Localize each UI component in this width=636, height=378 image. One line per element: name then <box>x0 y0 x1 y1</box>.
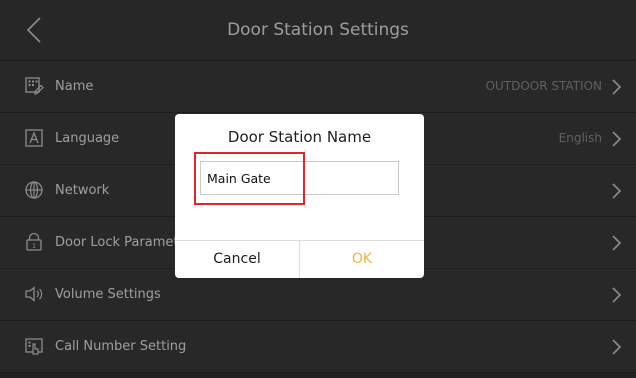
ok-button[interactable]: OK <box>300 241 424 278</box>
dialog-footer: Cancel OK <box>175 240 424 278</box>
door-station-name-input[interactable] <box>200 161 399 195</box>
cancel-button[interactable]: Cancel <box>175 241 300 278</box>
name-dialog: Door Station Name Cancel OK <box>175 114 424 278</box>
dialog-title: Door Station Name <box>227 128 372 146</box>
